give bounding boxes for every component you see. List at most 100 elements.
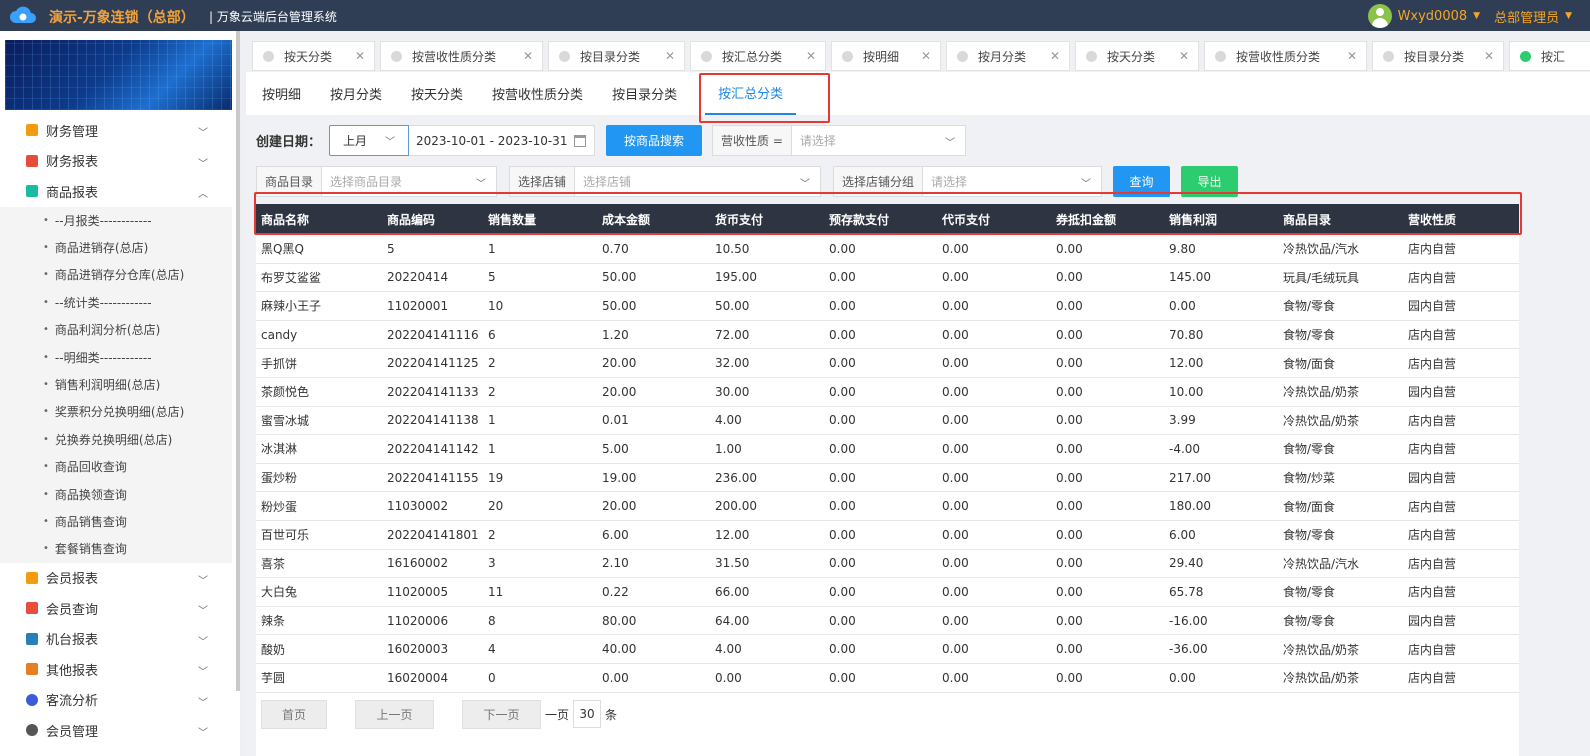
table-row[interactable]: 布罗艾鲨鲨 20220414 5 50.00 195.00 0.00 0.00 0.00 145… <box>256 264 1519 293</box>
table-row[interactable]: 麻辣小王子 11020001 10 50.00 50.00 0.00 0.00 0.00 0.0… <box>256 292 1519 321</box>
sidebar-item-traffic-analysis[interactable]: 客流分析 ﹀ <box>0 685 232 716</box>
close-icon[interactable]: ✕ <box>355 49 365 63</box>
column-header[interactable]: 销售数量 <box>483 204 597 234</box>
subtab-by-day[interactable]: 按天分类 <box>410 72 477 115</box>
table-row[interactable]: 冰淇淋 202204141142 1 5.00 1.00 0.00 0.00 0.00 -4.0… <box>256 435 1519 464</box>
sidebar-item-member-query[interactable]: 会员查询 ﹀ <box>0 593 232 624</box>
revenue-type-select[interactable]: 营收性质 = 请选择 ﹀ <box>712 125 967 156</box>
page-size-input[interactable]: 30 <box>573 700 602 728</box>
username[interactable]: Wxyd0008 <box>1398 9 1468 24</box>
submenu-item[interactable]: 商品利润分析(总店) <box>0 316 232 343</box>
column-header[interactable]: 销售利润 <box>1164 204 1278 234</box>
close-icon[interactable]: ✕ <box>1050 49 1060 63</box>
submenu-item[interactable]: 套餐销售查询 <box>0 535 232 562</box>
page-tab-active[interactable]: 按汇 <box>1509 41 1590 71</box>
first-page-button[interactable]: 首页 <box>261 699 327 729</box>
prev-page-button[interactable]: 上一页 <box>355 699 434 729</box>
sidebar-item-finance-reports[interactable]: 财务报表 ﹀ <box>0 146 232 177</box>
submenu-item[interactable]: 奖票积分兑换明细(总店) <box>0 398 232 425</box>
column-header[interactable]: 券抵扣金额 <box>1051 204 1164 234</box>
next-page-button[interactable]: 下一页 <box>462 699 541 729</box>
query-button[interactable]: 查询 <box>1113 166 1170 197</box>
column-header[interactable]: 商品目录 <box>1278 204 1403 234</box>
store-select[interactable]: 选择店铺 选择店铺 ﹀ <box>509 166 821 197</box>
sidebar-item-member-reports[interactable]: 会员报表 ﹀ <box>0 563 232 594</box>
subtab-by-month[interactable]: 按月分类 <box>329 72 396 115</box>
submenu-item[interactable]: 兑换券兑换明细(总店) <box>0 426 232 453</box>
submenu-item[interactable]: --明细类------------ <box>0 343 232 370</box>
column-header[interactable]: 商品名称 <box>256 204 382 234</box>
close-icon[interactable]: ✕ <box>523 49 533 63</box>
submenu-item[interactable]: 商品回收查询 <box>0 453 232 480</box>
table-row[interactable]: 酸奶 16020003 4 40.00 4.00 0.00 0.00 0.00 -36.00 冷热… <box>256 635 1519 664</box>
page-tab[interactable]: 按汇总分类 ✕ <box>690 41 826 71</box>
table-row[interactable]: 大白兔 11020005 11 0.22 66.00 0.00 0.00 0.00 65.78 食… <box>256 578 1519 607</box>
table-row[interactable]: 粉炒蛋 11030002 20 20.00 200.00 0.00 0.00 0.00 180.… <box>256 492 1519 521</box>
close-icon[interactable]: ✕ <box>665 49 675 63</box>
column-header[interactable]: 成本金额 <box>597 204 710 234</box>
sidebar-item-other-reports[interactable]: 其他报表 ﹀ <box>0 654 232 685</box>
page-tab[interactable]: 按营收性质分类 ✕ <box>1204 41 1367 71</box>
table-row[interactable]: 蜜雪冰城 202204141138 1 0.01 4.00 0.00 0.00 0.00 3.9… <box>256 407 1519 436</box>
page-tab[interactable]: 按目录分类 ✕ <box>548 41 685 71</box>
table-row[interactable]: 茶颜悦色 202204141133 2 20.00 30.00 0.00 0.00 0.00 1… <box>256 378 1519 407</box>
search-by-product-button[interactable]: 按商品搜索 <box>606 125 703 156</box>
column-header[interactable]: 商品编码 <box>382 204 483 234</box>
subtab-detail[interactable]: 按明细 <box>261 72 315 115</box>
catalog-field[interactable]: 选择商品目录 ﹀ <box>322 167 496 196</box>
page-tab[interactable]: 按明细 ✕ <box>831 41 941 71</box>
column-header[interactable]: 营收性质 <box>1403 204 1519 234</box>
table-row[interactable]: 蛋炒粉 202204141155 19 19.00 236.00 0.00 0.00 0.00… <box>256 464 1519 493</box>
close-icon[interactable]: ✕ <box>1347 49 1357 63</box>
table-row[interactable]: 喜茶 16160002 3 2.10 31.50 0.00 0.00 0.00 29.40 冷热饮… <box>256 550 1519 579</box>
user-menu[interactable]: Wxyd0008 ▼ 总部管理员 ▼ <box>1367 3 1580 29</box>
revenue-type-field[interactable]: 请选择 ﹀ <box>792 126 965 155</box>
column-header[interactable]: 预存款支付 <box>824 204 937 234</box>
close-icon[interactable]: ✕ <box>921 49 931 63</box>
table-row[interactable]: 黑Q黑Q 5 1 0.70 10.50 0.00 0.00 0.00 9.80 冷热饮品/汽水 店内… <box>256 235 1519 264</box>
table-row[interactable]: candy 202204141116 6 1.20 72.00 0.00 0.00 0.00 7… <box>256 321 1519 350</box>
chevron-down-icon[interactable]: ▼ <box>1565 11 1572 21</box>
page-tab[interactable]: 按天分类 ✕ <box>1075 41 1199 71</box>
submenu-item[interactable]: 商品进销存分仓库(总店) <box>0 261 232 288</box>
avatar-icon[interactable] <box>1367 4 1392 28</box>
submenu-item[interactable]: 销售利润明细(总店) <box>0 371 232 398</box>
submenu-item[interactable]: --月报类------------ <box>0 207 232 234</box>
store-field[interactable]: 选择店铺 ﹀ <box>575 167 820 196</box>
page-tab[interactable]: 按天分类 ✕ <box>252 41 375 71</box>
subtab-summary[interactable]: 按汇总分类 <box>705 72 797 115</box>
table-row[interactable]: 芋圆 16020004 0 0.00 0.00 0.00 0.00 0.00 0.00 冷热饮品/… <box>256 664 1519 693</box>
close-icon[interactable]: ✕ <box>1484 49 1494 63</box>
submenu-item[interactable]: 商品换领查询 <box>0 480 232 507</box>
column-header[interactable]: 代币支付 <box>937 204 1051 234</box>
submenu-item[interactable]: 商品销售查询 <box>0 508 232 535</box>
page-tab[interactable]: 按营收性质分类 ✕ <box>380 41 543 71</box>
store-group-field[interactable]: 请选择 ﹀ <box>923 167 1101 196</box>
sidebar-item-finance-management[interactable]: 财务管理 ﹀ <box>0 115 232 146</box>
close-icon[interactable]: ✕ <box>1179 49 1189 63</box>
subtab-by-catalog[interactable]: 按目录分类 <box>611 72 691 115</box>
page-tab[interactable]: 按目录分类 ✕ <box>1372 41 1504 71</box>
column-header[interactable]: 货币支付 <box>710 204 824 234</box>
chevron-down-icon[interactable]: ▼ <box>1473 11 1480 21</box>
table-row[interactable]: 手抓饼 202204141125 2 20.00 32.00 0.00 0.00 0.00 12… <box>256 349 1519 378</box>
table-cell: 食物/零食 <box>1283 328 1336 343</box>
store-group-select[interactable]: 选择店铺分组 请选择 ﹀ <box>833 166 1102 197</box>
table-cell: 0.00 <box>1056 584 1083 599</box>
submenu-item[interactable]: 商品进销存(总店) <box>0 234 232 261</box>
role-menu[interactable]: 总部管理员 <box>1494 7 1559 26</box>
table-row[interactable]: 辣条 11020006 8 80.00 64.00 0.00 0.00 0.00 -16.00 食… <box>256 607 1519 636</box>
date-range-input[interactable]: 2023-10-01 - 2023-10-31 <box>409 125 596 156</box>
sidebar-item-member-management[interactable]: 会员管理 ﹀ <box>0 715 232 746</box>
period-select[interactable]: 上月 ﹀ <box>329 125 410 156</box>
sidebar-item-machine-reports[interactable]: 机台报表 ﹀ <box>0 624 232 655</box>
sidebar-item-product-reports[interactable]: 商品报表 ︿ <box>0 176 232 207</box>
table-row[interactable]: 百世可乐 202204141801 2 6.00 12.00 0.00 0.00 0.00 6.… <box>256 521 1519 550</box>
catalog-select[interactable]: 商品目录 选择商品目录 ﹀ <box>256 166 497 197</box>
export-button[interactable]: 导出 <box>1181 166 1238 197</box>
page-tab[interactable]: 按月分类 ✕ <box>946 41 1070 71</box>
subtab-by-revenue-type[interactable]: 按营收性质分类 <box>491 72 597 115</box>
close-icon[interactable]: ✕ <box>806 49 816 63</box>
sidebar-scrollbar[interactable] <box>236 31 240 691</box>
submenu-item[interactable]: --统计类------------ <box>0 289 232 316</box>
